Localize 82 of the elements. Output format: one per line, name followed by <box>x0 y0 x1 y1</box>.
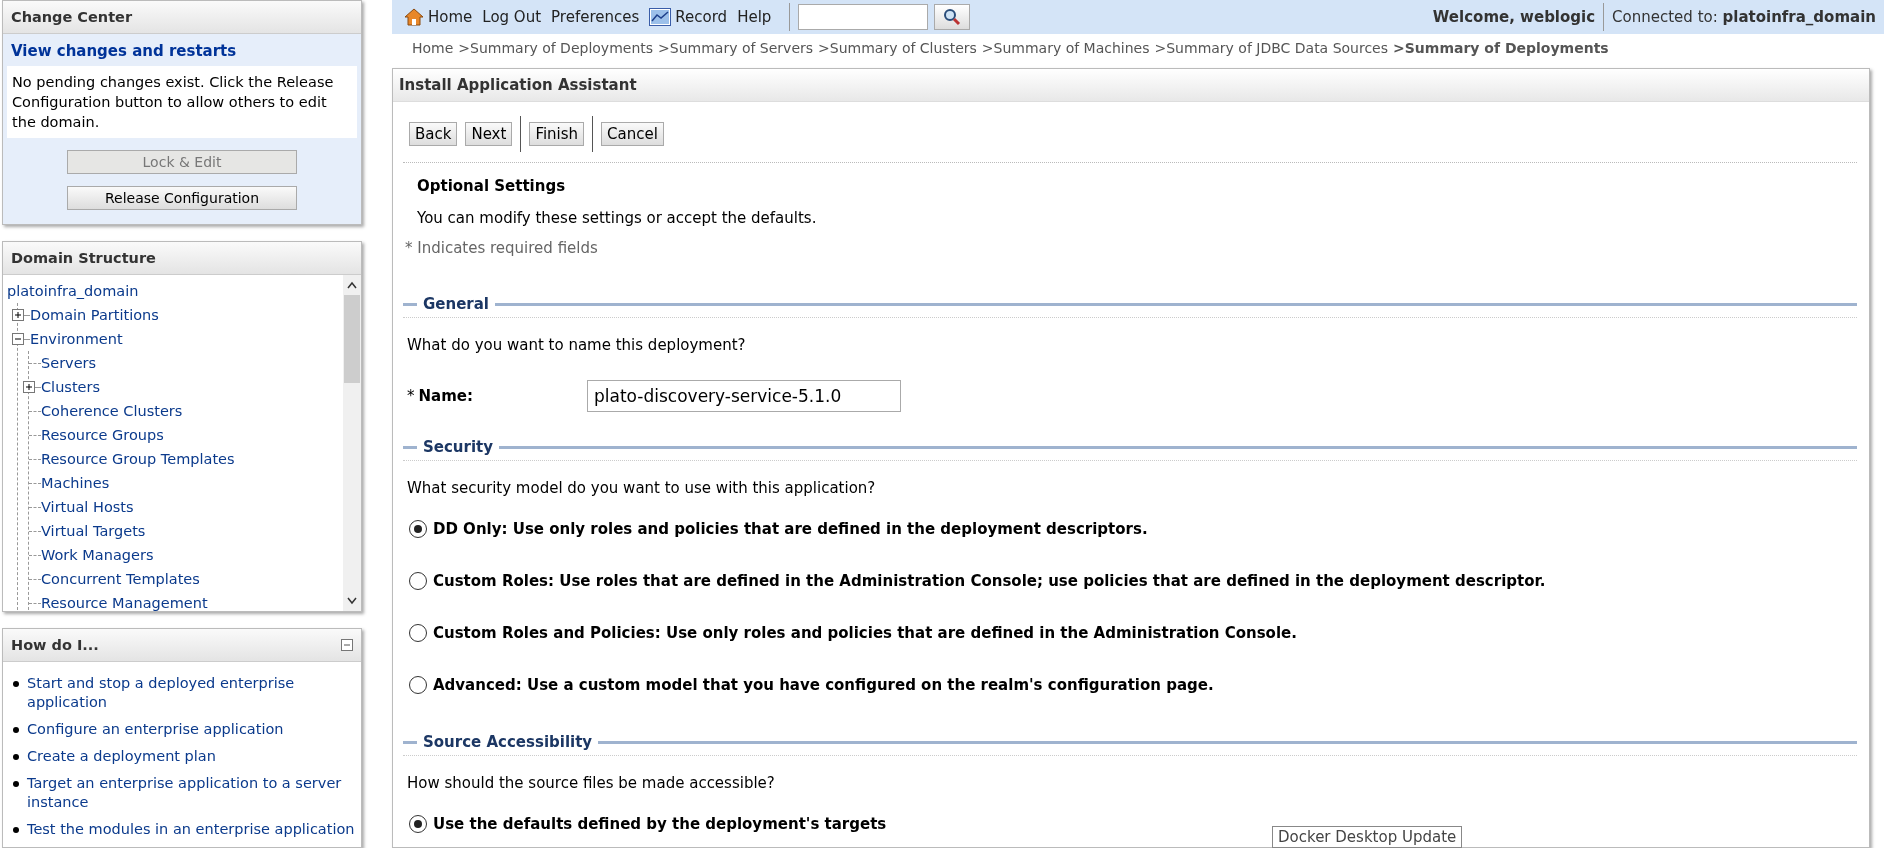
tree-item[interactable]: Resource Management <box>41 595 208 611</box>
tree-item[interactable]: Servers <box>41 355 97 371</box>
how-to-link[interactable]: Test the modules in an enterprise application <box>27 820 355 839</box>
bullet-icon <box>13 727 19 733</box>
collapse-icon[interactable] <box>12 333 24 345</box>
how-to-link[interactable]: Configure an enterprise application <box>27 720 284 739</box>
tree-item[interactable]: Clusters <box>41 379 101 395</box>
section-title: Security <box>422 438 495 456</box>
view-changes-link[interactable]: View changes and restarts <box>3 34 361 66</box>
expand-icon[interactable] <box>12 309 24 321</box>
how-to-link[interactable]: Create a deployment plan <box>27 747 216 766</box>
tree-item[interactable]: Work Managers <box>41 547 154 563</box>
wizard-button[interactable]: Back <box>409 122 458 146</box>
radio-option[interactable]: Custom Roles and Policies: Use only roles and policies that are defined in the Administration Console. <box>403 607 1303 659</box>
section-title: Source Accessibility <box>422 733 594 751</box>
panel-title: How do I... <box>11 637 99 653</box>
tree-item[interactable]: Domain Partitions <box>30 307 159 323</box>
tree-item[interactable]: Environment <box>30 331 123 347</box>
release-button[interactable]: Release Configuration <box>67 186 297 210</box>
panel-title: Change Center <box>11 9 133 25</box>
panel-title: Install Application Assistant <box>399 76 637 94</box>
radio-icon[interactable] <box>409 572 427 590</box>
breadcrumb-link[interactable]: >Summary of Servers <box>658 40 814 56</box>
tree-item[interactable]: Machines <box>41 475 110 491</box>
radio-icon[interactable] <box>409 624 427 642</box>
search-button[interactable] <box>934 4 971 30</box>
tree-item[interactable]: platoinfra_domain <box>7 283 139 299</box>
expand-icon[interactable] <box>23 381 35 393</box>
breadcrumb-link[interactable]: >Summary of Clusters <box>818 40 977 56</box>
tooltip: Docker Desktop Update <box>1272 826 1463 848</box>
radio-option[interactable]: Custom Roles: Use roles that are defined in the Administration Console; use policies that are defined in the deployment descriptor. <box>403 555 1552 607</box>
bullet-icon <box>13 827 19 833</box>
tree-item[interactable]: Concurrent Templates <box>41 571 200 587</box>
intro-text: You can modify these settings or accept the defaults. <box>416 208 818 227</box>
field-label: * Name: <box>407 387 474 405</box>
panel-title: Domain Structure <box>11 250 156 266</box>
section-question: How should the source files be made accessible? <box>406 773 776 792</box>
radio-icon[interactable] <box>409 520 427 538</box>
connection-text: Connected to: platoinfra_domain <box>1612 8 1877 26</box>
bullet-icon <box>13 754 19 760</box>
bullet-icon <box>13 781 19 787</box>
wizard-button[interactable]: Cancel <box>601 122 664 146</box>
home-link[interactable]: Home <box>404 8 473 26</box>
minimize-icon[interactable] <box>341 639 353 651</box>
section-question: What security model do you want to use with this application? <box>406 478 877 497</box>
search-icon <box>943 8 962 26</box>
how-to-link[interactable]: Start and stop a deployed enterprise application <box>27 674 355 712</box>
search-field[interactable] <box>798 4 929 30</box>
radio-option[interactable]: DD Only: Use only roles and policies that are defined in the deployment descriptors. <box>403 503 1154 555</box>
page-heading: Optional Settings <box>416 176 567 195</box>
scrollbar[interactable] <box>343 275 361 611</box>
name-field[interactable]: plato-discovery-service-5.1.0 <box>587 380 901 412</box>
radio-option[interactable]: Advanced: Use a custom model that you have configured on the realm's configuration page. <box>403 659 1220 711</box>
status-message: No pending changes exist. Click the Release Configuration button to allow others to edit the domain. <box>7 66 357 138</box>
section-question: What do you want to name this deployment? <box>406 335 747 354</box>
radio-option[interactable]: Use the defaults defined by the deployment's targets <box>403 798 893 848</box>
house-icon <box>404 8 424 26</box>
radio-icon[interactable] <box>409 676 427 694</box>
record-link[interactable]: Record <box>649 8 728 26</box>
radio-icon[interactable] <box>409 815 427 833</box>
breadcrumb-link[interactable]: >Summary of JDBC Data Sources <box>1154 40 1389 56</box>
breadcrumb-link[interactable]: >Summary of Machines <box>981 40 1150 56</box>
tree-item[interactable]: Resource Groups <box>41 427 164 443</box>
breadcrumb-link[interactable]: Home <box>412 40 454 56</box>
tree-item[interactable]: Resource Group Templates <box>41 451 235 467</box>
welcome-text: Welcome, weblogic <box>1432 8 1596 26</box>
chart-icon <box>649 8 672 26</box>
breadcrumb-link[interactable]: >Summary of Deployments <box>1393 40 1609 56</box>
bullet-icon <box>13 681 19 687</box>
wizard-button[interactable]: Next <box>465 122 513 146</box>
tree-item[interactable]: Virtual Hosts <box>41 499 134 515</box>
tree-item[interactable]: Coherence Clusters <box>41 403 183 419</box>
nav-link[interactable]: Log Out <box>482 8 542 26</box>
scrollbar-thumb[interactable] <box>344 295 360 383</box>
how-to-link[interactable]: Target an enterprise application to a server instance <box>27 774 355 812</box>
nav-link[interactable]: Help <box>737 8 772 26</box>
breadcrumb-link[interactable]: >Summary of Deployments <box>458 40 654 56</box>
wizard-button[interactable]: Finish <box>529 122 585 146</box>
section-title: General <box>422 295 490 313</box>
required-note: * Indicates required fields <box>404 238 599 257</box>
nav-link[interactable]: Preferences <box>551 8 640 26</box>
tree-item[interactable]: Virtual Targets <box>41 523 146 539</box>
